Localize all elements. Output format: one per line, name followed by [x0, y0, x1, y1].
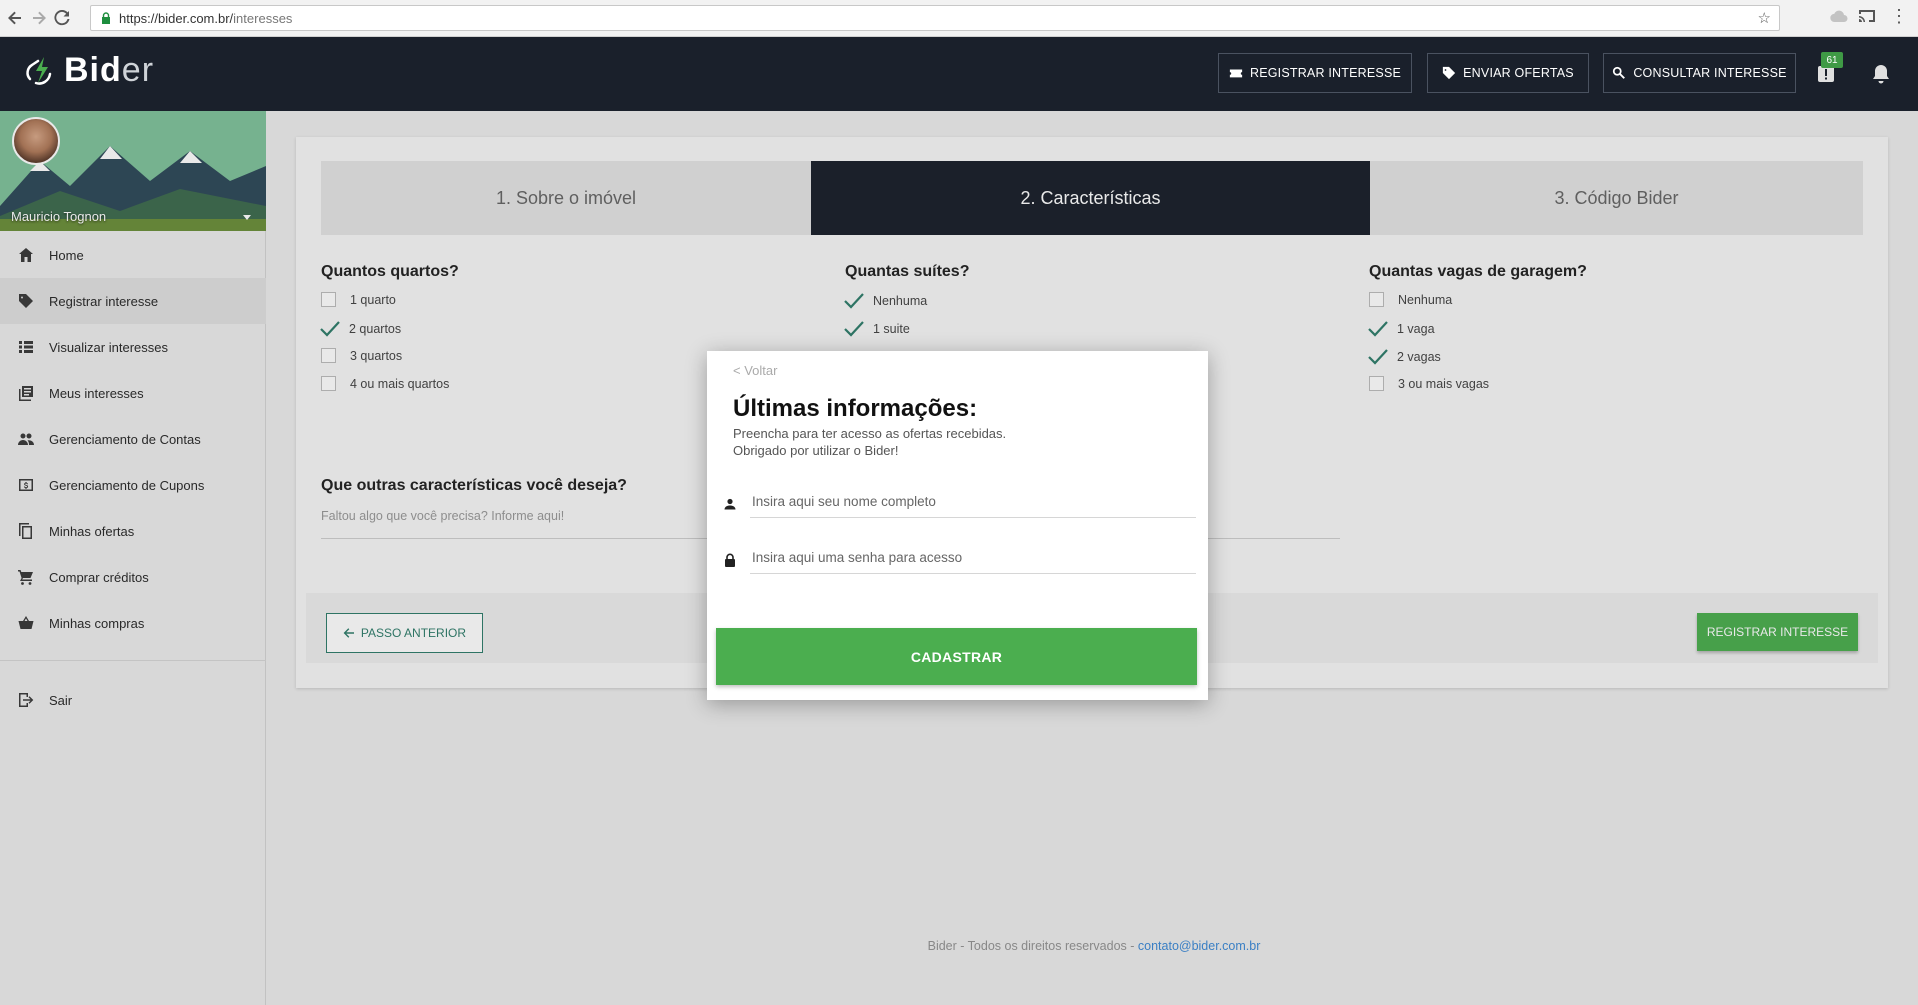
- modal-subtitle-line: Preencha para ter acesso as ofertas rece…: [733, 426, 1007, 441]
- tag-icon: [1443, 66, 1456, 80]
- senha-input[interactable]: [750, 542, 1196, 572]
- contact-email-link[interactable]: contato@bider.com.br: [1138, 939, 1260, 953]
- notification-badge: 61: [1821, 52, 1843, 68]
- address-bar[interactable]: https://bider.com.br/interesses ☆: [90, 5, 1780, 31]
- bookmark-star-icon[interactable]: ☆: [1758, 9, 1771, 27]
- senha-field: [750, 542, 1196, 574]
- nome-completo-field: [750, 486, 1196, 518]
- menu-dots-icon[interactable]: ⋮: [1890, 6, 1908, 27]
- bell-icon[interactable]: [1866, 59, 1896, 89]
- modal-subtitle-line: Obrigado por utilizar o Bider!: [733, 443, 899, 458]
- modal-title: Últimas informações:: [733, 395, 978, 422]
- nome-completo-input[interactable]: [750, 486, 1196, 516]
- back-arrow-icon[interactable]: [6, 9, 24, 27]
- browser-toolbar: https://bider.com.br/interesses ☆ ⋮: [0, 0, 1918, 37]
- registration-modal: < Voltar Últimas informações: Preencha p…: [707, 351, 1208, 700]
- registrar-interesse-button[interactable]: REGISTRAR INTERESSE: [1218, 53, 1412, 93]
- ticket-icon: [1229, 69, 1243, 78]
- modal-subtitle: Preencha para ter acesso as ofertas rece…: [733, 425, 1006, 459]
- consultar-interesse-button[interactable]: CONSULTAR INTERESSE: [1603, 53, 1796, 93]
- search-icon: [1613, 66, 1626, 79]
- url-path: interesses: [233, 10, 293, 26]
- bider-logo[interactable]: Bider: [22, 51, 154, 90]
- reload-icon[interactable]: [53, 9, 71, 27]
- consultar-interesse-label: CONSULTAR INTERESSE: [1633, 66, 1787, 80]
- url-host: https://bider.com.br/: [119, 10, 234, 26]
- footer-text: Bider - Todos os direitos reservados -: [927, 939, 1138, 953]
- cloud-extension-icon[interactable]: [1830, 9, 1848, 27]
- person-icon: [724, 498, 736, 510]
- registrar-interesse-label: REGISTRAR INTERESSE: [1249, 66, 1402, 80]
- brand-name: Bider: [64, 51, 155, 89]
- lock-icon: [725, 553, 735, 567]
- enviar-ofertas-button[interactable]: ENVIAR OFERTAS: [1427, 53, 1589, 93]
- voltar-link[interactable]: < Voltar: [733, 363, 777, 378]
- app-header: Bider REGISTRAR INTERESSE ENVIAR OFERTAS…: [0, 37, 1918, 111]
- bider-logo-icon: [26, 56, 52, 85]
- enviar-ofertas-label: ENVIAR OFERTAS: [1463, 66, 1574, 80]
- forward-arrow-icon[interactable]: [30, 9, 48, 27]
- page-footer: Bider - Todos os direitos reservados - c…: [0, 939, 1918, 953]
- cadastrar-button[interactable]: CADASTRAR: [716, 628, 1197, 685]
- secure-lock-icon: [101, 12, 111, 24]
- cast-icon[interactable]: [1858, 9, 1876, 27]
